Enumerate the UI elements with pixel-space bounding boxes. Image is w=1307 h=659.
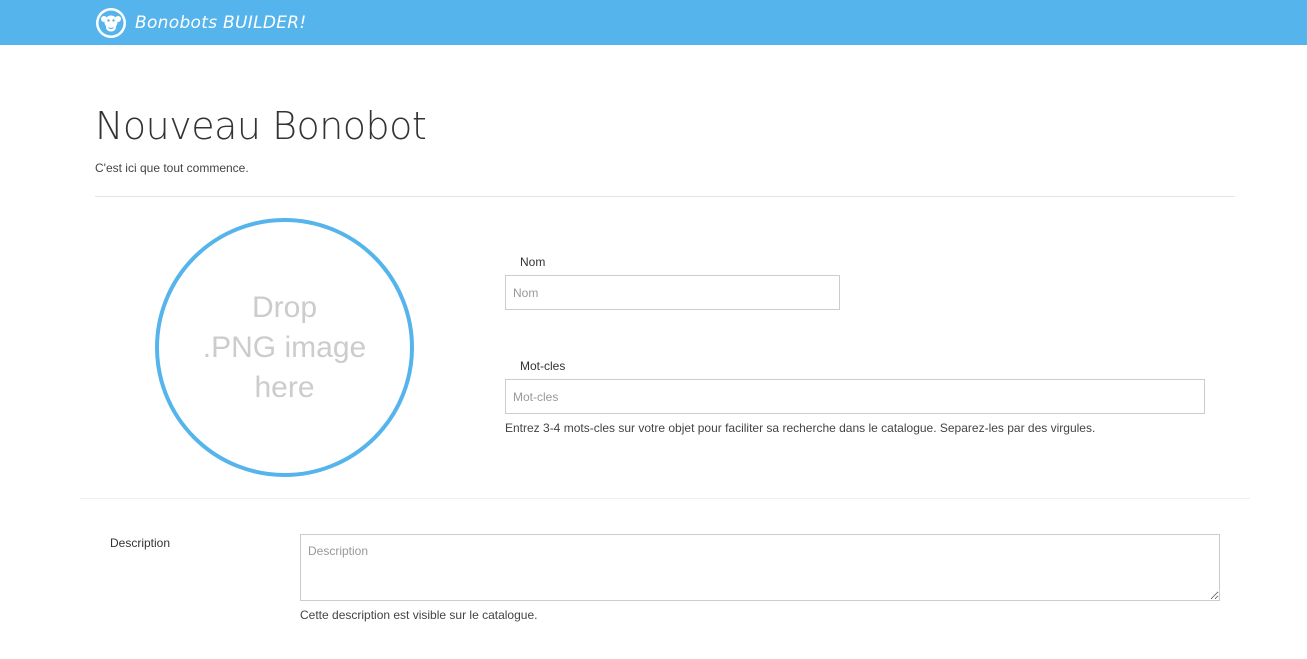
description-label: Description: [110, 536, 171, 550]
header-divider: [95, 196, 1235, 197]
motcles-input[interactable]: [505, 379, 1205, 414]
dropzone-text: Drop .PNG image here: [202, 290, 367, 404]
top-navbar: Bonobots BUILDER!: [0, 0, 1307, 45]
section-divider: [80, 498, 1250, 499]
brand-link[interactable]: Bonobots BUILDER!: [95, 7, 307, 39]
nom-label: Nom: [520, 255, 546, 269]
monkey-logo-icon: [96, 8, 126, 38]
motcles-help-text: Entrez 3-4 mots-cles sur votre objet pou…: [505, 421, 1096, 435]
page-subtitle: C'est ici que tout commence.: [95, 161, 249, 175]
brand-name: Bonobots BUILDER!: [135, 13, 307, 33]
description-help-text: Cette description est visible sur le cat…: [300, 608, 538, 622]
description-textarea[interactable]: [300, 534, 1220, 601]
nom-input[interactable]: [505, 275, 840, 310]
motcles-label: Mot-cles: [520, 359, 566, 373]
image-dropzone[interactable]: Drop .PNG image here: [155, 218, 414, 477]
page-title: Nouveau Bonobot: [95, 104, 427, 148]
